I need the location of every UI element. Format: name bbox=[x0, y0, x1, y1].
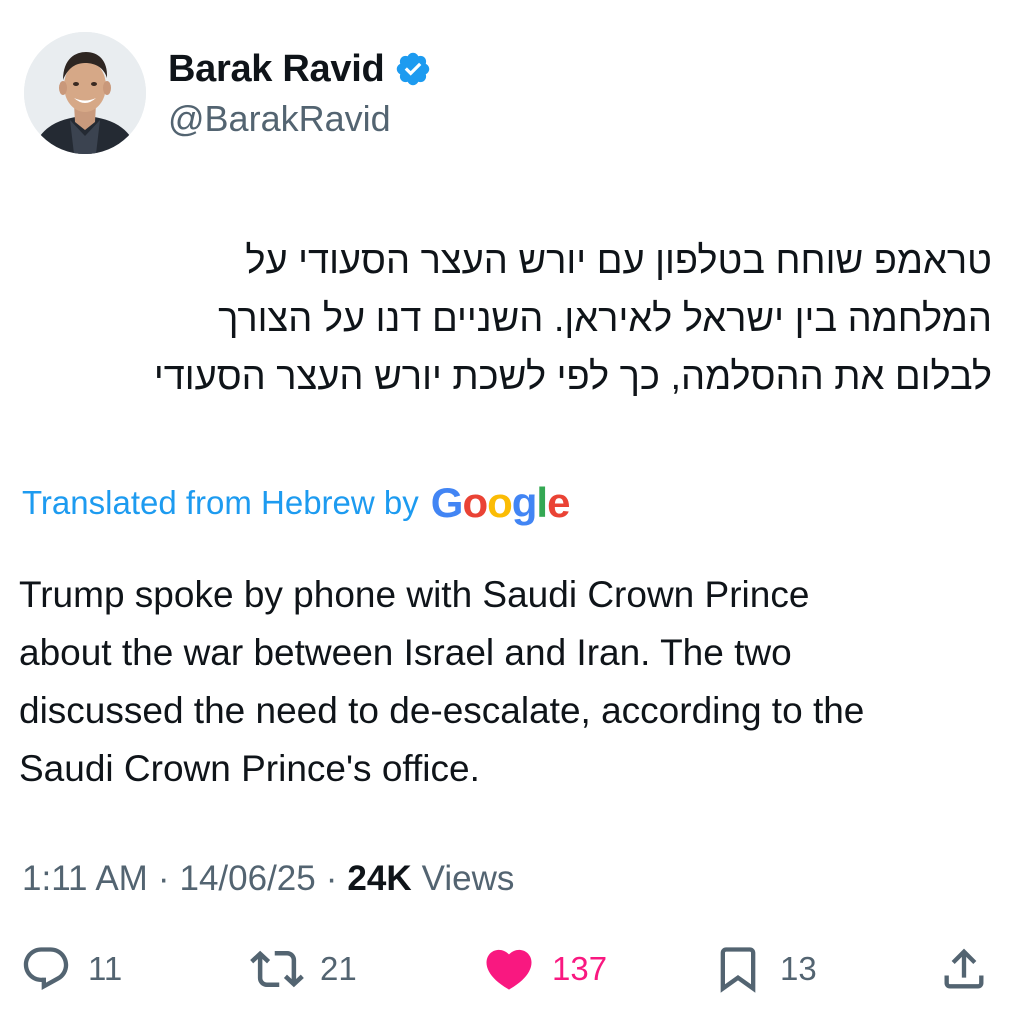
views-label: Views bbox=[421, 859, 515, 898]
like-count: 137 bbox=[552, 950, 608, 987]
tweet-meta: 1:11 AM · 14/06/25 · 24K Views bbox=[22, 854, 514, 904]
views-count[interactable]: 24K bbox=[347, 859, 411, 899]
google-logo: Google bbox=[430, 479, 571, 527]
like-button[interactable]: 137 bbox=[482, 940, 607, 998]
reply-button[interactable]: 11 bbox=[20, 940, 122, 998]
tweet-original-text: טראמפ שוחח בטלפון עם יורש העצר הסעודי על… bbox=[153, 240, 992, 398]
retweet-button[interactable]: 21 bbox=[250, 940, 357, 998]
reply-icon bbox=[23, 947, 69, 991]
translation-attribution[interactable]: Translated from Hebrew by Google bbox=[22, 478, 571, 528]
google-logo-letter: e bbox=[547, 479, 570, 526]
meta-separator: · bbox=[325, 859, 338, 898]
retweet-count: 21 bbox=[320, 950, 357, 987]
reply-count: 11 bbox=[88, 950, 123, 987]
avatar-photo bbox=[24, 32, 146, 154]
retweet-icon bbox=[250, 950, 304, 988]
tweet-time[interactable]: 1:11 AM bbox=[22, 859, 148, 899]
bookmark-icon bbox=[720, 947, 756, 993]
bookmark-button[interactable]: 13 bbox=[712, 940, 817, 998]
translated-label[interactable]: Translated from Hebrew by bbox=[22, 484, 419, 522]
heart-icon bbox=[486, 949, 532, 990]
avatar[interactable] bbox=[24, 32, 146, 154]
share-icon bbox=[944, 948, 984, 989]
display-name[interactable]: Barak Ravid bbox=[168, 48, 385, 91]
google-logo-letter: o bbox=[487, 479, 513, 526]
author-handle[interactable]: @BarakRavid bbox=[168, 98, 391, 140]
google-logo-letter: l bbox=[536, 479, 548, 526]
share-button[interactable] bbox=[938, 940, 990, 998]
bookmark-count: 13 bbox=[780, 950, 817, 987]
google-logo-letter: o bbox=[462, 479, 488, 526]
meta-separator: · bbox=[157, 859, 170, 898]
verified-badge-icon bbox=[397, 52, 430, 86]
google-logo-letter: g bbox=[511, 479, 538, 526]
tweet-date[interactable]: 14/06/25 bbox=[179, 859, 315, 899]
author-name-row[interactable]: Barak Ravid bbox=[168, 44, 432, 94]
google-logo-letter: G bbox=[430, 479, 464, 526]
tweet-translated-text: Trump spoke by phone with Saudi Crown Pr… bbox=[19, 574, 865, 789]
